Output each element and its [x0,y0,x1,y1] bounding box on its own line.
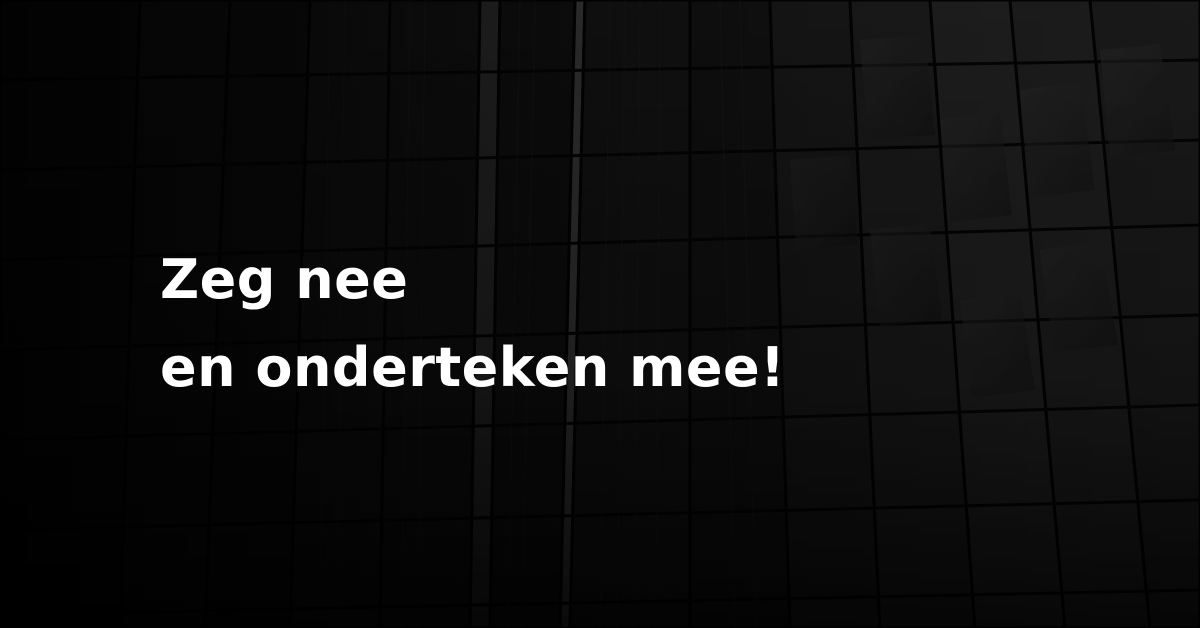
headline-line-1: Zeg nee [160,248,409,311]
headline: Zeg nee en onderteken mee! [160,236,785,412]
banner: Zeg nee en onderteken mee! [0,0,1200,628]
headline-line-2: en onderteken mee! [160,336,786,399]
